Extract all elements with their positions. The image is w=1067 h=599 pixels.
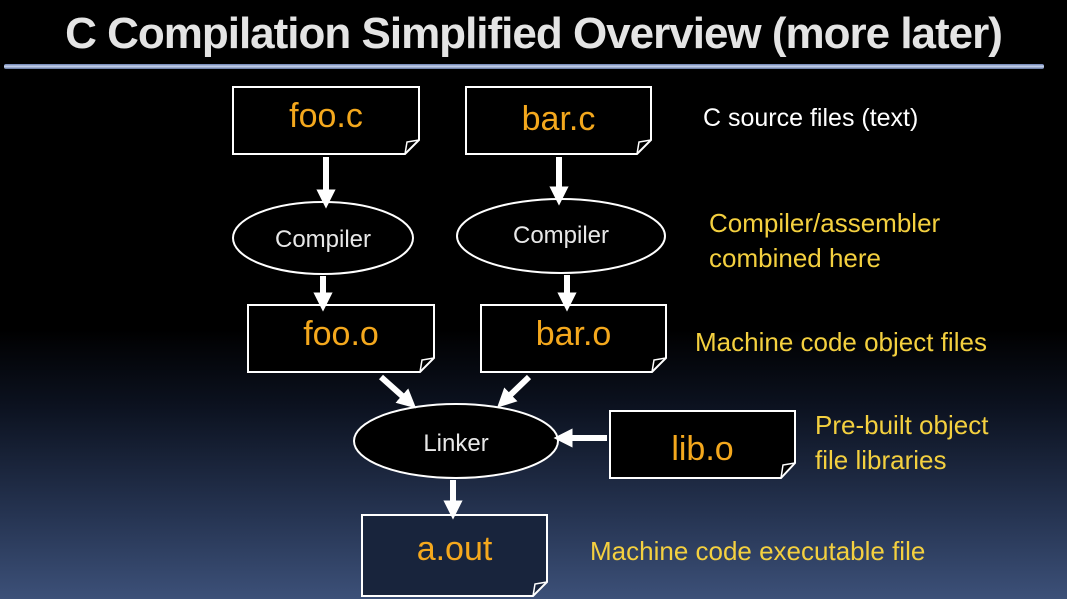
lib-o-label: lib.o xyxy=(671,429,734,468)
note-compiler-line2: combined here xyxy=(709,243,881,273)
a-out-label: a.out xyxy=(416,529,493,568)
note-executable: Machine code executable file xyxy=(590,536,926,566)
note-object-files: Machine code object files xyxy=(695,327,987,357)
foo-o-label: foo.o xyxy=(303,314,379,353)
note-compiler-assembler: Compiler/assembler combined here xyxy=(709,206,940,276)
compiler-right-label: Compiler xyxy=(512,222,610,249)
compiler-left-label: Compiler xyxy=(274,226,372,253)
note-source-files: C source files (text) xyxy=(703,104,919,132)
foo-c-label: foo.c xyxy=(289,96,363,135)
arrow-foo-o-to-linker xyxy=(379,374,417,409)
bar-o-label: bar.o xyxy=(535,314,612,353)
note-prebuilt-line2: file libraries xyxy=(815,445,947,475)
note-prebuilt-libraries: Pre-built object file libraries xyxy=(815,408,988,478)
note-compiler-line1: Compiler/assembler xyxy=(709,208,941,238)
linker-label: Linker xyxy=(423,430,489,457)
bar-c-label: bar.c xyxy=(521,99,596,138)
arrow-bar-o-to-linker xyxy=(497,374,532,408)
note-prebuilt-line1: Pre-built object xyxy=(815,410,989,440)
